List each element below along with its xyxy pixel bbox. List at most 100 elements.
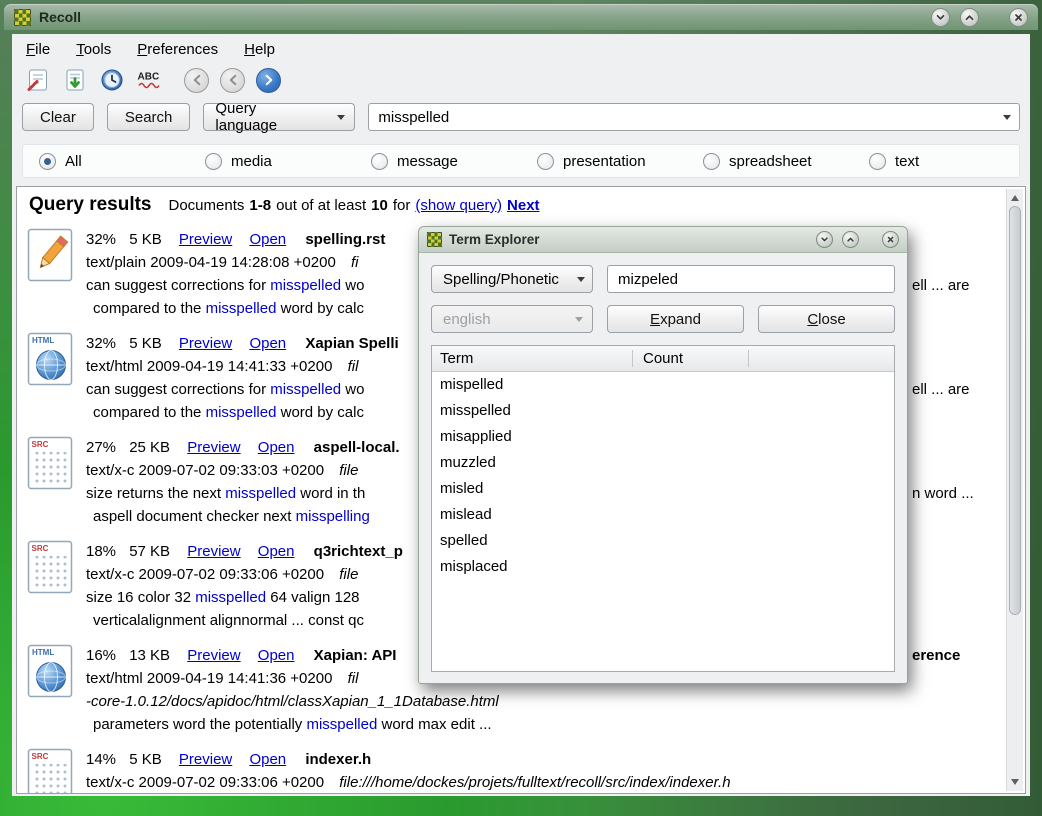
- next-page-button[interactable]: [256, 68, 281, 93]
- filter-presentation[interactable]: presentation: [521, 153, 687, 170]
- chevron-down-icon: [935, 12, 946, 23]
- open-link[interactable]: Open: [258, 647, 295, 664]
- source-file-icon: SRC: [27, 748, 73, 794]
- preview-link[interactable]: Preview: [179, 751, 232, 768]
- preview-link[interactable]: Preview: [187, 543, 240, 560]
- term-row[interactable]: misapplied: [432, 424, 894, 450]
- filter-all[interactable]: All: [23, 153, 189, 170]
- term-explorer-toolbar-button[interactable]: ABC: [135, 66, 163, 94]
- query-language-combo[interactable]: Query language: [203, 103, 355, 131]
- search-combo-dropdown[interactable]: [995, 104, 1019, 130]
- preview-link[interactable]: Preview: [187, 439, 240, 456]
- results-scrollbar[interactable]: [1006, 189, 1023, 791]
- result-url: fil: [348, 358, 359, 375]
- language-combo[interactable]: english: [431, 305, 593, 333]
- term-row[interactable]: muzzled: [432, 450, 894, 476]
- language-value: english: [443, 311, 491, 328]
- open-link[interactable]: Open: [249, 335, 286, 352]
- dialog-close-button[interactable]: [882, 231, 899, 248]
- scroll-up-button[interactable]: [1007, 191, 1023, 205]
- filter-message[interactable]: message: [355, 153, 521, 170]
- dialog-controls: [816, 231, 899, 248]
- next-page-link[interactable]: Next: [507, 197, 540, 214]
- maximize-button[interactable]: [960, 8, 979, 27]
- menu-file[interactable]: File: [26, 41, 50, 58]
- dialog-titlebar[interactable]: Term Explorer: [419, 227, 907, 253]
- history-toolbar-button[interactable]: [98, 66, 126, 94]
- close-button[interactable]: [1009, 8, 1028, 27]
- term-row[interactable]: mislead: [432, 502, 894, 528]
- dialog-maximize-button[interactable]: [842, 231, 859, 248]
- term-column-header[interactable]: Term: [432, 350, 634, 367]
- menu-preferences[interactable]: Preferences: [137, 41, 218, 58]
- first-page-icon: [190, 73, 204, 87]
- dialog-shade-button[interactable]: [816, 231, 833, 248]
- term-table-header[interactable]: Term Count: [432, 346, 894, 372]
- show-query-link[interactable]: (show query): [415, 197, 502, 214]
- open-link[interactable]: Open: [258, 543, 295, 560]
- dialog-body: Spelling/Phonetic english Expand Close: [419, 253, 907, 684]
- search-button[interactable]: Search: [107, 103, 191, 131]
- source-file-icon: SRC: [27, 436, 73, 490]
- term-explorer-dialog: Term Explorer Spelling/Phonetic: [418, 226, 908, 684]
- svg-text:ABC: ABC: [138, 72, 160, 83]
- text-file-icon: [27, 228, 73, 282]
- menu-help[interactable]: Help: [244, 41, 275, 58]
- preview-link[interactable]: Preview: [179, 231, 232, 248]
- result-url: file: [339, 462, 358, 479]
- radio-icon[interactable]: [537, 153, 554, 170]
- menubar: File Tools Preferences Help: [12, 34, 1030, 62]
- result-snippet: aspell document checker next misspelling: [93, 508, 370, 525]
- save-query-toolbar-button[interactable]: [61, 66, 89, 94]
- result-meta: text/x-c 2009-07-02 09:33:06 +0200: [86, 566, 324, 583]
- filter-media[interactable]: media: [189, 153, 355, 170]
- scrollbar-thumb[interactable]: [1009, 206, 1021, 615]
- prev-page-button[interactable]: [220, 68, 245, 93]
- radio-icon[interactable]: [869, 153, 886, 170]
- first-page-button[interactable]: [184, 68, 209, 93]
- save-query-icon: [62, 67, 88, 93]
- term-input-field[interactable]: [607, 265, 895, 293]
- chevron-up-icon: [846, 235, 855, 244]
- result-filename: indexer.h: [305, 751, 371, 768]
- term-row[interactable]: spelled: [432, 528, 894, 554]
- result-filename: q3richtext_p: [314, 543, 403, 560]
- open-link[interactable]: Open: [258, 439, 295, 456]
- result-url-wrap: -core-1.0.12/docs/apidoc/html/classXapia…: [86, 693, 499, 710]
- expansion-mode-value: Spelling/Phonetic: [443, 271, 559, 288]
- radio-icon[interactable]: [371, 153, 388, 170]
- menu-tools[interactable]: Tools: [76, 41, 111, 58]
- html-file-icon: HTML: [27, 332, 73, 386]
- radio-icon[interactable]: [205, 153, 222, 170]
- search-input[interactable]: [378, 109, 995, 126]
- clear-button[interactable]: Clear: [22, 103, 94, 131]
- close-dialog-button[interactable]: Close: [758, 305, 895, 333]
- term-row[interactable]: misplaced: [432, 554, 894, 580]
- filter-text[interactable]: text: [853, 153, 1019, 170]
- term-row[interactable]: misspelled: [432, 398, 894, 424]
- shade-button[interactable]: [931, 8, 950, 27]
- preview-link[interactable]: Preview: [179, 335, 232, 352]
- filter-spreadsheet[interactable]: spreadsheet: [687, 153, 853, 170]
- preview-link[interactable]: Preview: [187, 647, 240, 664]
- column-divider[interactable]: [632, 350, 633, 367]
- clear-search-toolbar-button[interactable]: [24, 66, 52, 94]
- result-url: file:///home/dockes/projets/fulltext/rec…: [339, 774, 730, 791]
- column-divider[interactable]: [748, 350, 749, 367]
- radio-icon[interactable]: [703, 153, 720, 170]
- results-summary: Documents 1-8 out of at least 10 for (sh…: [169, 197, 540, 214]
- result-meta: text/html 2009-04-19 14:41:36 +0200: [86, 670, 332, 687]
- scroll-down-button[interactable]: [1007, 775, 1023, 789]
- titlebar[interactable]: Recoll: [4, 4, 1038, 30]
- term-row[interactable]: mispelled: [432, 372, 894, 398]
- expansion-mode-combo[interactable]: Spelling/Phonetic: [431, 265, 593, 293]
- open-link[interactable]: Open: [249, 751, 286, 768]
- radio-selected-icon[interactable]: [39, 153, 56, 170]
- open-link[interactable]: Open: [249, 231, 286, 248]
- result-size: 57 KB: [129, 543, 170, 560]
- term-input[interactable]: [616, 270, 886, 289]
- expand-button[interactable]: Expand: [607, 305, 744, 333]
- term-row[interactable]: misled: [432, 476, 894, 502]
- count-column-header[interactable]: Count: [634, 350, 683, 367]
- search-entry-combo[interactable]: [368, 103, 1020, 131]
